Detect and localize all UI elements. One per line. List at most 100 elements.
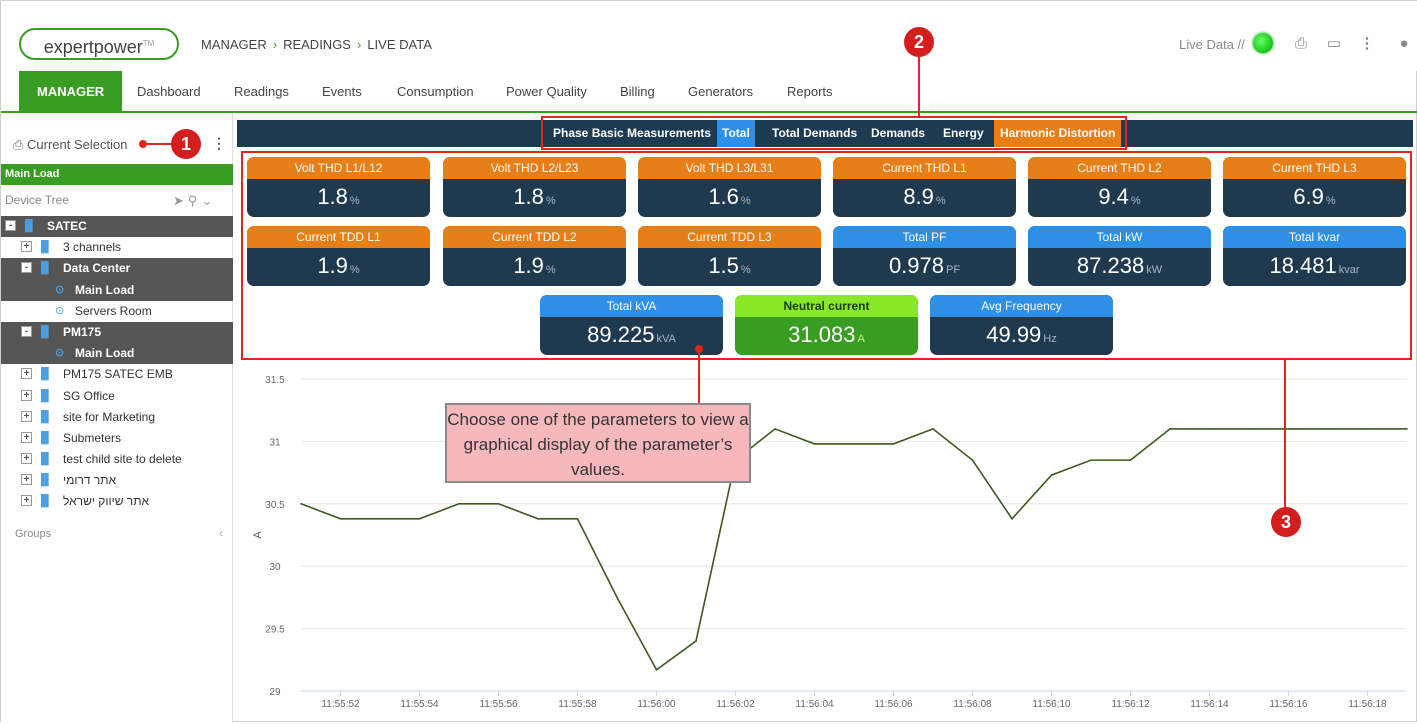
nav-billing[interactable]: Billing [620, 71, 655, 111]
tree-item-label: PM175 [63, 324, 102, 339]
data-point [1287, 428, 1290, 430]
callout-box-tiles [241, 151, 1412, 360]
x-tick-label: 11:55:58 [558, 699, 597, 710]
main-nav: MANAGER Dashboard Readings Events Consum… [1, 71, 1417, 113]
expand-icon[interactable]: + [21, 410, 32, 422]
tree-item[interactable]: + ▐▌ PM175 SATEC EMB [1, 364, 233, 385]
data-point [1129, 459, 1132, 461]
site-icon: ▐▌ [37, 241, 53, 254]
x-tick-label: 11:56:08 [953, 699, 992, 710]
groups-label[interactable]: Groups [15, 528, 51, 540]
data-point [853, 443, 855, 445]
tree-item[interactable]: ⊙ Main Load [1, 343, 233, 365]
expand-icon[interactable]: + [21, 453, 32, 465]
callout-number-1: 1 [171, 129, 201, 159]
meter-icon: ⊙ [55, 283, 65, 296]
tree-item[interactable]: ⊙ Main Load [1, 279, 233, 301]
tree-item-label: אתר שיווק ישראל [63, 494, 150, 509]
data-point [537, 517, 539, 520]
nav-reports[interactable]: Reports [787, 71, 833, 111]
tree-item-label: Main Load [75, 282, 135, 297]
current-selection[interactable]: ⎙ Current Selection [13, 137, 127, 153]
x-tick-label: 11:55:54 [400, 699, 439, 710]
tree-item[interactable]: + ▐▌ Submeters [1, 428, 233, 449]
nav-events[interactable]: Events [322, 71, 362, 111]
callout-number-3: 3 [1271, 507, 1301, 537]
tree-item-label: Submeters [63, 430, 122, 445]
expand-icon[interactable]: + [21, 389, 32, 401]
expand-icon[interactable]: + [21, 495, 32, 507]
data-point [300, 503, 302, 505]
breadcrumb-manager[interactable]: MANAGER [201, 37, 267, 52]
data-point [932, 428, 934, 430]
selection-menu-icon[interactable]: ⋮ [212, 135, 226, 152]
x-tick-label: 11:56:12 [1111, 699, 1150, 710]
data-point [379, 517, 381, 520]
y-tick-label: 30.5 [265, 500, 285, 511]
tree-item[interactable]: + ▐▌ test child site to delete [1, 449, 233, 470]
collapse-icon[interactable]: - [5, 220, 16, 231]
user-icon[interactable]: ● [1391, 33, 1417, 55]
nav-manager[interactable]: MANAGER [19, 71, 123, 111]
data-point [655, 668, 658, 671]
chevron-down-icon[interactable]: ⌄ [201, 193, 216, 208]
expand-icon[interactable]: + [21, 431, 32, 443]
callout-line-note [698, 349, 700, 405]
data-point [339, 517, 342, 520]
callout-note: Choose one of the parameters to view a g… [445, 403, 751, 483]
tree-item[interactable]: + ▐▌ אתר דרומי [1, 470, 233, 491]
tree-item[interactable]: - ▐▌ Data Center [1, 258, 233, 280]
print-icon[interactable]: ⎙ [1288, 33, 1314, 55]
search-icon[interactable]: ⚲ [188, 193, 202, 208]
chevron-left-icon[interactable]: ‹ [219, 526, 223, 540]
site-icon: ▐▌ [37, 474, 53, 487]
x-tick-label: 11:56:00 [637, 699, 676, 710]
nav-power-quality[interactable]: Power Quality [506, 71, 587, 111]
tree-item[interactable]: + ▐▌ אתר שיווק ישראל [1, 491, 233, 512]
tree-item[interactable]: + ▐▌ SG Office [1, 386, 233, 407]
nav-consumption[interactable]: Consumption [397, 71, 474, 111]
breadcrumb-readings[interactable]: READINGS [283, 37, 351, 52]
meter-icon: ⊙ [55, 304, 65, 317]
tree-item[interactable]: ⊙ Servers Room [1, 301, 233, 322]
tree-item[interactable]: + ▐▌ site for Marketing [1, 407, 233, 428]
callout-line-2 [918, 51, 920, 117]
chevron-right-icon: › [272, 37, 278, 52]
data-point [497, 503, 500, 505]
collapse-icon[interactable]: - [21, 262, 32, 274]
collapse-icon[interactable]: - [21, 325, 32, 337]
chevron-right-icon: › [356, 37, 362, 52]
nav-generators[interactable]: Generators [688, 71, 753, 111]
tree-item[interactable]: - ▐▌ SATEC [1, 216, 233, 238]
chart-svg: 29 29.5 30 30.5 31 31.5 11:55:52 11:55:54 11:55:… [252, 375, 1408, 710]
y-tick-label: 31 [269, 437, 281, 448]
tree-item-label: SATEC [47, 219, 87, 233]
tree-item[interactable]: + ▐▌ 3 channels [1, 237, 233, 258]
x-tick-label: 11:56:16 [1269, 699, 1308, 710]
site-icon: ▐▌ [37, 410, 53, 423]
expand-icon[interactable]: + [21, 368, 32, 380]
data-point [576, 517, 579, 520]
tree-item[interactable]: - ▐▌ PM175 [1, 321, 233, 344]
tree-item-label: Main Load [75, 346, 135, 361]
x-tick-label: 11:56:02 [716, 699, 755, 710]
callout-dot-note [695, 345, 703, 353]
tree-item-label: PM175 SATEC EMB [63, 367, 173, 382]
device-tree: - ▐▌ SATEC + ▐▌ 3 channels - ▐▌ Data Center ⊙ Main… [1, 216, 233, 513]
nav-dashboard[interactable]: Dashboard [137, 71, 201, 111]
data-point [1169, 428, 1171, 430]
monitor-icon[interactable]: ▭ [1321, 33, 1347, 55]
expand-icon[interactable]: + [21, 241, 32, 253]
more-options-icon[interactable]: ⋮ [1354, 33, 1380, 55]
breadcrumb: MANAGER › READINGS › LIVE DATA [201, 37, 432, 52]
expand-icon[interactable]: + [21, 474, 32, 486]
locate-icon[interactable]: ➤ [173, 193, 188, 208]
data-point [774, 428, 776, 430]
tree-item-label: SG Office [63, 388, 115, 403]
sidebar: ⎙ Current Selection ⋮ Main Load Device T… [1, 113, 233, 723]
y-tick-label: 29 [269, 687, 281, 698]
data-point [1327, 428, 1329, 430]
site-icon: ▐▌ [37, 325, 53, 338]
expertpower-logo[interactable]: expertpowerTM [19, 28, 179, 60]
nav-readings[interactable]: Readings [234, 71, 289, 111]
